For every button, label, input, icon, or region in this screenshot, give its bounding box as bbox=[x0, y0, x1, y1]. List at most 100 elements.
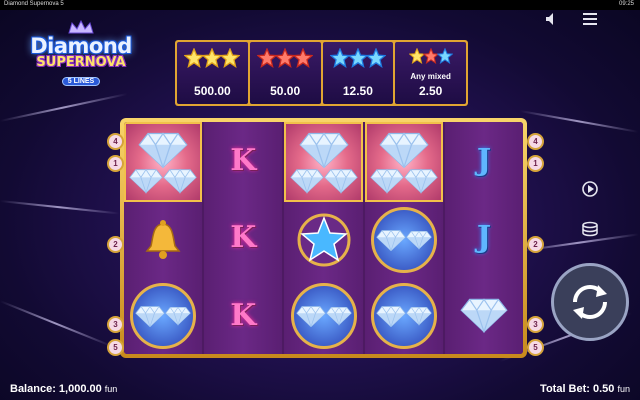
reel-cell: J bbox=[445, 199, 523, 276]
reel-cell bbox=[365, 202, 443, 278]
star-icon bbox=[436, 47, 454, 65]
diamond-icon bbox=[129, 168, 163, 194]
paytable-value: 12.50 bbox=[342, 84, 373, 98]
payline-marker: 3 bbox=[107, 316, 124, 333]
crown-icon bbox=[68, 20, 94, 34]
payline-marker: 1 bbox=[107, 155, 124, 172]
bet-label: Total Bet: 0.50 bbox=[540, 383, 615, 395]
blue-diamond-symbol bbox=[290, 283, 357, 349]
diamond-icon bbox=[165, 306, 191, 326]
reel bbox=[124, 122, 203, 354]
paytable-label: Any mixed bbox=[410, 72, 451, 81]
reel-cell bbox=[284, 122, 363, 202]
diamond-icon bbox=[375, 305, 406, 328]
paytable-value: 500.00 bbox=[194, 84, 231, 98]
payline-marker: 5 bbox=[527, 339, 544, 356]
coins-icon[interactable] bbox=[581, 220, 599, 238]
diamond-icon bbox=[369, 168, 404, 194]
bet-unit: fun bbox=[617, 384, 630, 394]
reel bbox=[364, 122, 443, 354]
paytable-value: 50.00 bbox=[270, 84, 301, 98]
diamond-icon bbox=[405, 306, 432, 326]
balance-label: Balance: 1,000.00 bbox=[10, 383, 102, 395]
reel-cell: K bbox=[204, 277, 282, 354]
paytable: 500.00 50.00 12.50 Any mixed 2.50 bbox=[175, 40, 468, 106]
reels-frame: K K K J J bbox=[120, 118, 527, 358]
payline-marker: 2 bbox=[107, 236, 124, 253]
letter-k-symbol: K bbox=[230, 220, 257, 256]
reel bbox=[284, 122, 363, 354]
reel-cell bbox=[124, 202, 202, 278]
payline-marker: 5 bbox=[107, 339, 124, 356]
payline-marker: 2 bbox=[527, 236, 544, 253]
diamond-cluster-symbol bbox=[129, 131, 197, 194]
payline-marker: 1 bbox=[527, 155, 544, 172]
lines-badge: 5 LINES bbox=[61, 77, 101, 86]
diamond-icon bbox=[325, 306, 352, 326]
paytable-entry: 50.00 bbox=[249, 42, 321, 104]
diamond-icon bbox=[295, 305, 326, 328]
blue-diamond-symbol bbox=[370, 207, 437, 273]
spin-arrows-icon bbox=[573, 285, 607, 319]
paytable-value: 2.50 bbox=[418, 84, 443, 98]
star-icon bbox=[274, 47, 296, 69]
game-logo: Diamond SUPERNOVA 5 LINES bbox=[20, 18, 142, 86]
diamond-icon bbox=[379, 131, 429, 168]
diamond-icon bbox=[405, 230, 432, 250]
autoplay-icon[interactable] bbox=[581, 180, 599, 198]
paytable-stars bbox=[395, 47, 466, 74]
diamond-icon bbox=[289, 168, 324, 194]
blue-diamond-symbol bbox=[130, 283, 197, 349]
logo-subtitle: SUPERNOVA bbox=[36, 55, 126, 70]
balance-unit: fun bbox=[104, 384, 118, 394]
window-title: Diamond Supernova 5 bbox=[4, 1, 64, 7]
reel-cell bbox=[284, 202, 362, 278]
payline-marker: 4 bbox=[107, 133, 124, 150]
star-icon bbox=[347, 47, 369, 69]
reel-cell: K bbox=[204, 199, 282, 276]
reel-cell: J bbox=[445, 122, 523, 199]
hamburger-icon[interactable] bbox=[583, 13, 597, 25]
paytable-entry: 500.00 bbox=[177, 42, 248, 104]
reel: K K K bbox=[204, 122, 283, 354]
diamond-icon bbox=[163, 168, 197, 194]
star-icon bbox=[365, 47, 387, 69]
diamond-icon bbox=[460, 298, 508, 334]
paytable-stars bbox=[177, 47, 248, 74]
diamond-icon bbox=[135, 305, 165, 328]
blue-star-icon bbox=[297, 213, 350, 267]
payline-marker: 4 bbox=[527, 133, 544, 150]
footer-bar: Balance: 1,000.00 fun Total Bet: 0.50 fu… bbox=[0, 378, 640, 400]
letter-k-symbol: K bbox=[230, 143, 257, 179]
reel-cell bbox=[364, 122, 443, 202]
star-icon bbox=[292, 47, 314, 69]
star-icon bbox=[219, 47, 242, 69]
star-icon bbox=[256, 47, 278, 69]
letter-j-symbol: J bbox=[476, 220, 492, 256]
speaker-icon[interactable] bbox=[545, 12, 559, 26]
reel-cell bbox=[124, 122, 203, 202]
diamond-cluster-symbol bbox=[369, 131, 438, 194]
diamond-icon bbox=[298, 131, 349, 168]
paytable-stars bbox=[250, 47, 321, 74]
spin-button[interactable] bbox=[551, 263, 629, 341]
letter-k-symbol: K bbox=[230, 297, 257, 333]
diamond-icon bbox=[403, 168, 438, 194]
star-icon bbox=[183, 47, 206, 69]
letter-j-symbol: J bbox=[476, 143, 492, 179]
diamond-icon bbox=[138, 131, 188, 168]
reel-cell bbox=[445, 277, 523, 354]
bell-icon bbox=[145, 220, 181, 259]
system-bar: Diamond Supernova 5 09:25 bbox=[0, 0, 640, 10]
star-icon bbox=[201, 47, 224, 69]
reel-cell bbox=[284, 278, 362, 354]
balance: Balance: 1,000.00 fun bbox=[10, 383, 117, 395]
diamond-cluster-symbol bbox=[289, 131, 358, 194]
reel: JJ bbox=[444, 122, 523, 354]
clock: 09:25 bbox=[618, 1, 634, 7]
reel-cell bbox=[365, 278, 443, 354]
paytable-entry: Any mixed 2.50 bbox=[395, 42, 466, 104]
star-icon bbox=[329, 47, 351, 69]
reels: K K K J J bbox=[124, 122, 523, 354]
total-bet[interactable]: Total Bet: 0.50 fun bbox=[540, 383, 630, 395]
